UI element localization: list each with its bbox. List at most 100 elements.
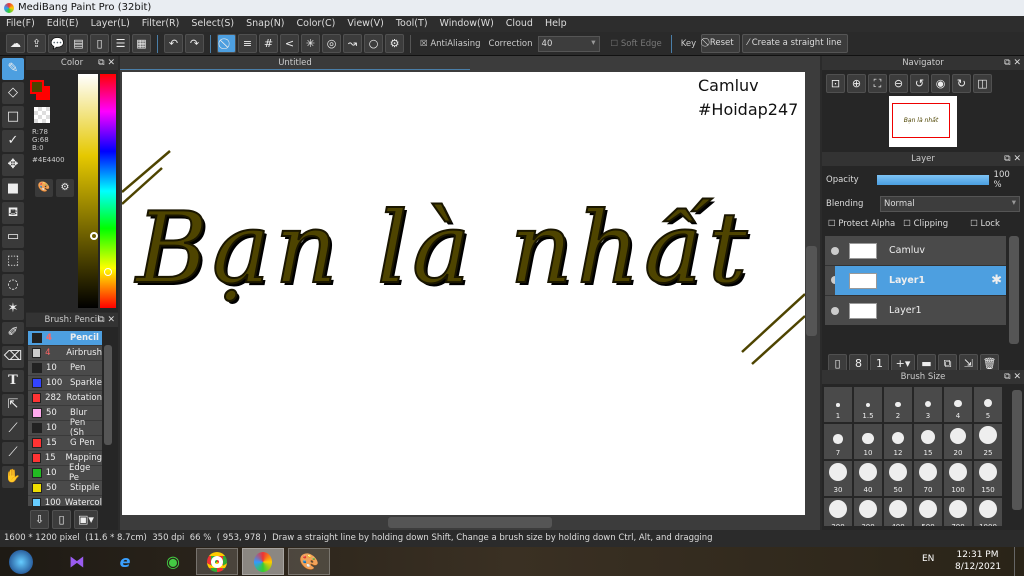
coccoc-browser-icon[interactable]: ◉ (152, 548, 194, 575)
navigator-preview[interactable]: Bạn là nhất (889, 96, 957, 147)
layer-settings-icon[interactable]: ✱ (991, 273, 1002, 288)
menu-file[interactable]: File(F) (0, 16, 41, 32)
brush-size-cell[interactable]: 30 (824, 461, 852, 496)
divide-tool-icon[interactable]: ⟋ (2, 418, 24, 440)
rotate-left-icon[interactable]: ↺ (910, 74, 929, 93)
panel-close-icon[interactable]: ⧉ ✕ (98, 56, 115, 70)
reset-rotation-icon[interactable]: ◉ (931, 74, 950, 93)
snap-settings-icon[interactable]: ⚙ (385, 34, 404, 53)
move-tool-icon[interactable]: ✥ (2, 154, 24, 176)
brush-size-scrollbar[interactable] (1012, 390, 1022, 510)
menu-layer[interactable]: Layer(L) (85, 16, 136, 32)
internet-explorer-icon[interactable]: e (104, 548, 146, 575)
clock[interactable]: 12:31 PM 8/12/2021 (955, 549, 1001, 573)
hue-slider[interactable] (100, 74, 116, 308)
brush-size-cell[interactable]: 2 (884, 387, 912, 422)
horizontal-scrollbar[interactable] (388, 517, 552, 528)
menu-edit[interactable]: Edit(E) (41, 16, 85, 32)
visual-studio-icon[interactable]: ⧓ (56, 548, 98, 575)
saturation-value-slider[interactable] (78, 74, 98, 308)
brush-size-cell[interactable]: 12 (884, 424, 912, 459)
transparent-color-swatch[interactable] (34, 107, 50, 123)
saturation-handle[interactable] (90, 232, 98, 240)
brush-size-cell[interactable]: 100 (944, 461, 972, 496)
medibang-icon[interactable] (242, 548, 284, 575)
dot-tool-icon[interactable]: ✓ (2, 130, 24, 152)
correction-select[interactable]: 40 (537, 35, 600, 52)
cloud-icon[interactable]: ☁ (6, 34, 25, 53)
visibility-icon[interactable] (831, 246, 839, 255)
layer-list-scrollbar[interactable] (1009, 236, 1019, 344)
zoom-fit-icon[interactable]: ⊡ (826, 74, 845, 93)
brush-size-cell[interactable]: 1 (824, 387, 852, 422)
visibility-icon[interactable] (831, 306, 839, 315)
brush-item[interactable]: 50 Stipple (28, 481, 102, 496)
brush-size-cell[interactable]: 3 (914, 387, 942, 422)
layer-row[interactable]: Layer1 (825, 296, 1006, 325)
brush-size-cell[interactable]: 50 (884, 461, 912, 496)
language-indicator[interactable]: EN (922, 554, 934, 564)
magic-wand-tool-icon[interactable]: ✶ (2, 298, 24, 320)
panel-close-icon[interactable]: ⧉ ✕ (1004, 56, 1021, 70)
brush-menu-icon[interactable]: ▣▾ (74, 510, 98, 529)
drawing-canvas[interactable]: Camluv #Hoidap247 Bạn là nhất (122, 72, 805, 515)
circle-snap-icon[interactable]: ◎ (322, 34, 341, 53)
menu-select[interactable]: Select(S) (185, 16, 240, 32)
panel-close-icon[interactable]: ⧉ ✕ (1004, 152, 1021, 166)
brush-item[interactable]: 10 Edge Pe (28, 463, 102, 483)
bucket-tool-icon[interactable]: ⛾ (2, 202, 24, 224)
brush-size-cell[interactable]: 15 (914, 424, 942, 459)
brush-size-cell[interactable]: 25 (974, 424, 1002, 459)
menu-snap[interactable]: Snap(N) (240, 16, 290, 32)
color-settings-icon[interactable]: ⚙ (56, 179, 74, 197)
snap-off-icon[interactable]: ⃠ (217, 34, 236, 53)
brush-item[interactable]: 282 Rotation (28, 391, 102, 406)
layer-row[interactable]: Camluv (825, 236, 1006, 265)
menu-tool[interactable]: Tool(T) (390, 16, 434, 32)
brush-size-cell[interactable]: 1.5 (854, 387, 882, 422)
hand-tool-icon[interactable]: ✋ (2, 466, 24, 488)
share-icon[interactable]: ⇪ (27, 34, 46, 53)
operation-tool-icon[interactable]: ⇱ (2, 394, 24, 416)
blending-select[interactable]: Normal (880, 196, 1020, 212)
text-tool-icon[interactable]: T (2, 370, 24, 392)
grid-icon[interactable]: ▦ (132, 34, 151, 53)
lasso-tool-icon[interactable]: ◌ (2, 274, 24, 296)
hue-handle[interactable] (104, 268, 112, 276)
brush-item[interactable]: 10 Pen (Sh (28, 418, 102, 438)
protect-alpha-checkbox[interactable]: ☐ Protect Alpha (828, 219, 895, 229)
brush-size-cell[interactable]: 5 (974, 387, 1002, 422)
flip-icon[interactable]: ◫ (973, 74, 992, 93)
chrome-icon[interactable] (196, 548, 238, 575)
radial-snap-icon[interactable]: ✳ (301, 34, 320, 53)
menu-color[interactable]: Color(C) (291, 16, 342, 32)
brush-size-cell[interactable]: 150 (974, 461, 1002, 496)
cross-snap-icon[interactable]: # (259, 34, 278, 53)
antialiasing-checkbox[interactable]: ☒ AntiAliasing (417, 39, 484, 49)
brush-size-cell[interactable]: 4 (944, 387, 972, 422)
eyedropper-tool-icon[interactable]: ⟋ (2, 442, 24, 464)
brush-item[interactable]: 100 Watercol (28, 496, 102, 506)
show-desktop-button[interactable] (1014, 547, 1024, 576)
rectangle-tool-icon[interactable]: □ (2, 106, 24, 128)
brush-size-cell[interactable]: 10 (854, 424, 882, 459)
curve-snap-icon[interactable]: ↝ (343, 34, 362, 53)
brush-item[interactable]: 15 G Pen (28, 436, 102, 451)
opacity-slider[interactable] (876, 175, 989, 185)
undo-icon[interactable]: ↶ (164, 34, 183, 53)
document-tab[interactable]: Untitled (120, 56, 470, 70)
clipping-checkbox[interactable]: ☐ Clipping (903, 219, 948, 229)
parallel-snap-icon[interactable]: ≡ (238, 34, 257, 53)
brush-item[interactable]: 4 Pencil (28, 331, 102, 346)
zoom-in-icon[interactable]: ⊕ (847, 74, 866, 93)
brush-size-cell[interactable]: 7 (824, 424, 852, 459)
soft-edge-checkbox[interactable]: ☐ Soft Edge (608, 39, 665, 49)
fill-rect-tool-icon[interactable]: ■ (2, 178, 24, 200)
brush-list-scrollbar[interactable] (104, 345, 112, 445)
brush-item[interactable]: 4 Airbrush (28, 346, 102, 361)
brush-size-cell[interactable]: 70 (914, 461, 942, 496)
navigator-viewport[interactable]: Bạn là nhất (892, 103, 950, 138)
gradient-tool-icon[interactable]: ▭ (2, 226, 24, 248)
create-straight-line-button[interactable]: ⁄ Create a straight line (741, 34, 848, 53)
select-pen-tool-icon[interactable]: ✐ (2, 322, 24, 344)
